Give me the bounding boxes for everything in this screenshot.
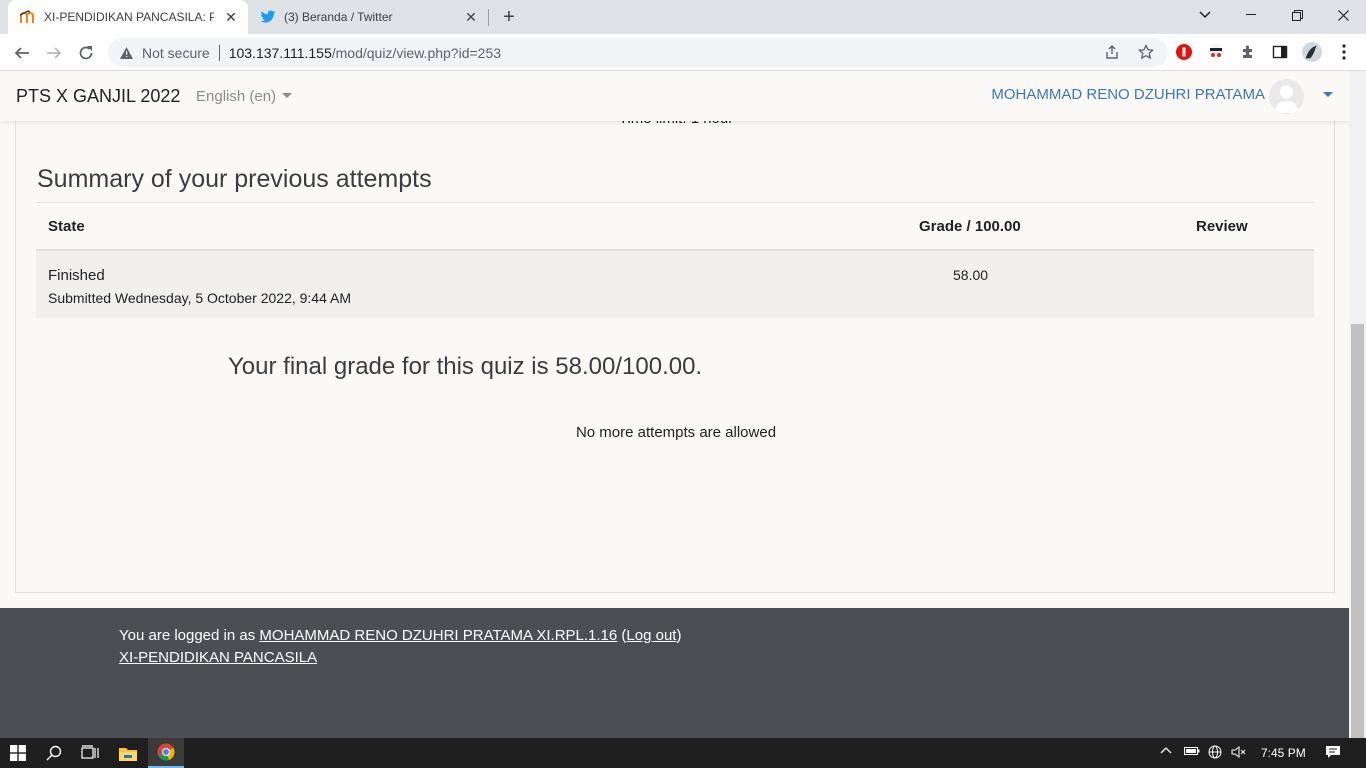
table-header-row: State Grade / 100.00 Review: [36, 203, 1314, 251]
scrollbar-thumb[interactable]: [1351, 324, 1364, 738]
column-header-state: State: [48, 218, 85, 235]
chrome-taskbar-icon[interactable]: [148, 738, 184, 768]
divider: [218, 44, 220, 61]
attempt-grade: 58.00: [953, 267, 989, 283]
browser-toolbar: Not secure 103.137.111.155/mod/quiz/view…: [0, 34, 1366, 71]
twitter-icon: [260, 9, 276, 25]
column-header-grade: Grade / 100.00: [919, 218, 1021, 235]
chrome-menu-icon[interactable]: [1334, 42, 1354, 62]
footer-user-link[interactable]: MOHAMMAD RENO DZUHRI PRATAMA XI.RPL.1.16: [259, 627, 617, 644]
battery-icon[interactable]: [1184, 745, 1200, 760]
site-navbar: PTS X GANJIL 2022 English (en) MOHAMMAD …: [0, 71, 1349, 121]
windows-taskbar: 7:45 PM: [0, 738, 1366, 768]
attempts-table: State Grade / 100.00 Review Finished Sub…: [36, 202, 1314, 318]
file-explorer-icon[interactable]: [110, 738, 146, 768]
share-icon[interactable]: [1104, 44, 1120, 64]
user-avatar[interactable]: [1269, 79, 1304, 114]
system-clock[interactable]: 7:45 PM: [1261, 746, 1306, 760]
close-icon[interactable]: ✕: [462, 8, 480, 26]
tab-moodle-quiz[interactable]: XI-PENDIDIKAN PANCASILA: PTS ✕: [8, 0, 248, 34]
show-hidden-icons-chevron-icon[interactable]: [1160, 745, 1172, 760]
close-window-icon[interactable]: [1320, 0, 1366, 30]
address-bar[interactable]: Not secure 103.137.111.155/mod/quiz/view…: [108, 38, 1168, 67]
tab-search-chevron-icon[interactable]: [1182, 0, 1228, 30]
tab-title: (3) Beranda / Twitter: [284, 10, 393, 24]
no-more-attempts-text: No more attempts are allowed: [575, 424, 777, 441]
quiz-content-card: Time limit: 1 hour Summary of your previ…: [15, 91, 1335, 593]
incognito-extension-icon[interactable]: [1206, 42, 1226, 62]
extensions-puzzle-icon[interactable]: [1238, 42, 1258, 62]
attempt-state: Finished: [48, 267, 105, 284]
language-selector[interactable]: English (en): [196, 88, 293, 105]
minimize-icon[interactable]: [1228, 0, 1274, 30]
column-header-review: Review: [1196, 218, 1248, 235]
site-brand[interactable]: PTS X GANJIL 2022: [16, 86, 180, 107]
restore-icon[interactable]: [1274, 0, 1320, 30]
caret-down-icon: [282, 93, 293, 98]
language-label: English (en): [196, 88, 277, 105]
url-host: 103.137.111.155: [228, 44, 332, 61]
volume-muted-icon[interactable]: [1231, 745, 1247, 762]
logout-link[interactable]: Log out: [626, 627, 676, 644]
logged-in-prefix: You are logged in as: [119, 627, 256, 644]
windows-start-icon[interactable]: [0, 738, 36, 768]
profile-avatar[interactable]: [1302, 42, 1322, 62]
summary-heading: Summary of your previous attempts: [37, 165, 432, 193]
bookmark-star-icon[interactable]: [1137, 43, 1155, 64]
reload-icon[interactable]: [72, 39, 100, 67]
tab-title: XI-PENDIDIKAN PANCASILA: PTS: [44, 10, 214, 24]
network-globe-icon[interactable]: [1208, 745, 1222, 762]
back-arrow-icon[interactable]: [8, 39, 36, 67]
attempt-submitted-date: Submitted Wednesday, 5 October 2022, 9:4…: [48, 290, 351, 306]
search-icon[interactable]: [36, 738, 72, 768]
warning-icon[interactable]: [118, 45, 134, 61]
final-grade-text: Your final grade for this quiz is 58.00/…: [228, 353, 703, 380]
page-viewport: Time limit: 1 hour Summary of your previ…: [0, 71, 1349, 738]
close-icon[interactable]: ✕: [222, 8, 240, 26]
course-link[interactable]: XI-PENDIDIKAN PANCASILA: [119, 649, 317, 666]
course-info: XI-PENDIDIKAN PANCASILA: [119, 649, 317, 666]
tab-separator: [488, 9, 489, 26]
forward-arrow-icon[interactable]: [40, 39, 68, 67]
new-tab-button[interactable]: +: [498, 6, 520, 28]
notifications-icon[interactable]: [1325, 745, 1341, 762]
page-footer: You are logged in as MOHAMMAD RENO DZUHR…: [0, 608, 1349, 738]
user-menu-caret-icon[interactable]: [1323, 92, 1333, 97]
user-menu-name[interactable]: MOHAMMAD RENO DZUHRI PRATAMA: [991, 86, 1265, 103]
side-panel-icon[interactable]: [1270, 42, 1290, 62]
tab-twitter[interactable]: (3) Beranda / Twitter ✕: [248, 0, 488, 34]
browser-tab-strip: XI-PENDIDIKAN PANCASILA: PTS ✕ (3) Beran…: [0, 0, 1366, 34]
task-view-icon[interactable]: [72, 738, 108, 768]
url-path: /mod/quiz/view.php?id=253: [331, 44, 502, 61]
table-row: Finished Submitted Wednesday, 5 October …: [36, 251, 1314, 318]
logged-in-info: You are logged in as MOHAMMAD RENO DZUHR…: [119, 627, 682, 644]
security-label[interactable]: Not secure: [142, 45, 210, 61]
moodle-icon: [20, 9, 36, 25]
adblock-extension-icon[interactable]: [1174, 42, 1194, 62]
